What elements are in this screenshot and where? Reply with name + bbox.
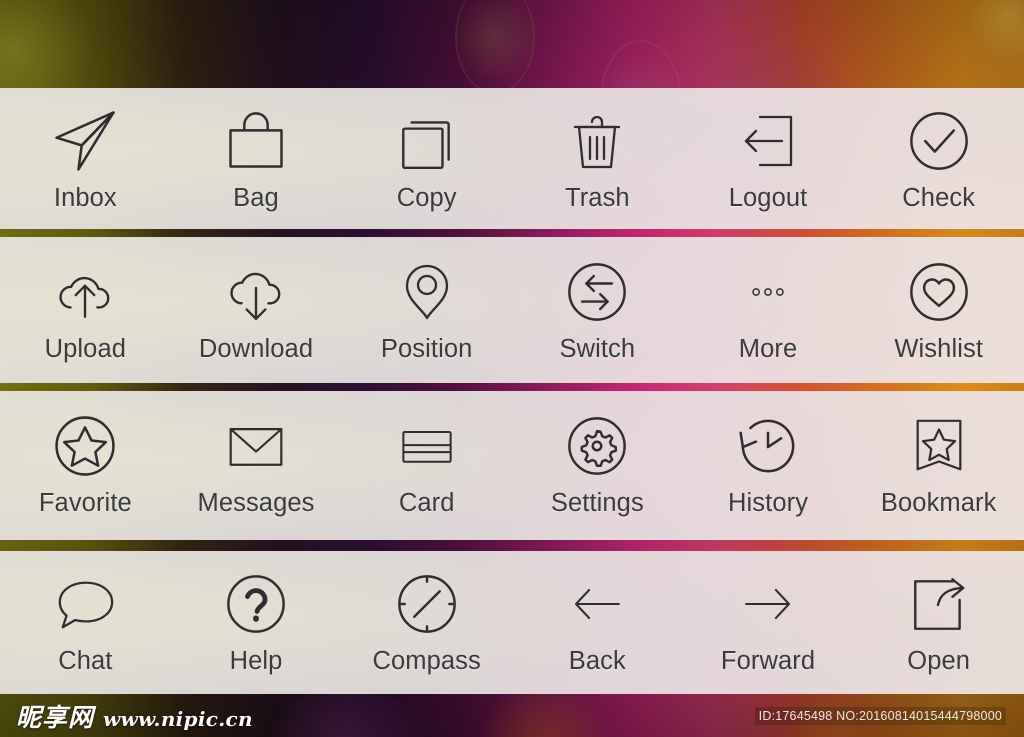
shopping-bag-icon — [222, 100, 290, 182]
icon-panel-row-1: Inbox Bag Copy Trash Logout Check — [0, 88, 1024, 229]
bokeh-circle — [965, 0, 1024, 58]
watermark-bar: 昵享网 www.nipic.cn ID:17645498 NO:20160814… — [0, 694, 1024, 737]
icon-button-download[interactable]: Download — [171, 237, 342, 383]
icon-button-chat[interactable]: Chat — [0, 551, 171, 694]
icon-button-back[interactable]: Back — [512, 551, 683, 694]
icon-label: Forward — [720, 647, 816, 675]
icon-panel-row-4: Chat Help Compass Back Forward Open — [0, 551, 1024, 694]
icon-label: Position — [380, 335, 473, 363]
brand-url-text: www.nipic.cn — [103, 706, 253, 731]
icon-label: History — [728, 489, 809, 517]
icon-button-trash[interactable]: Trash — [512, 88, 683, 229]
icon-label: Messages — [197, 489, 315, 517]
icon-button-copy[interactable]: Copy — [341, 88, 512, 229]
nipic-logo: 昵享网 www.nipic.cn — [16, 698, 253, 734]
icon-label: Inbox — [53, 184, 117, 212]
icon-label: Open — [907, 647, 971, 675]
arrow-right-icon — [732, 563, 804, 645]
icon-button-upload[interactable]: Upload — [0, 237, 171, 383]
icon-label: Settings — [550, 489, 644, 517]
icon-row: Inbox Bag Copy Trash Logout Check — [0, 88, 1024, 229]
icon-label: Upload — [44, 335, 127, 363]
clock-rewind-icon — [733, 405, 803, 487]
icon-button-forward[interactable]: Forward — [683, 551, 854, 694]
open-external-icon — [906, 563, 972, 645]
more-dots-icon — [732, 251, 804, 333]
icon-row: Upload Download Position Switch More Wishlist — [0, 237, 1024, 383]
switch-arrows-circle-icon — [563, 251, 631, 333]
check-circle-icon — [905, 100, 973, 182]
brand-cn-text: 昵享网 — [16, 702, 95, 732]
icon-button-check[interactable]: Check — [853, 88, 1024, 229]
icon-label: Favorite — [38, 489, 132, 517]
image-id-text: ID:17645498 NO:20160814015444798000 — [754, 706, 1006, 725]
paper-plane-icon — [50, 100, 120, 182]
icon-label: Compass — [372, 647, 481, 675]
icon-button-history[interactable]: History — [683, 391, 854, 540]
icon-button-card[interactable]: Card — [341, 391, 512, 540]
icon-label: Back — [568, 647, 626, 675]
cloud-download-icon — [221, 251, 291, 333]
envelope-icon — [218, 405, 294, 487]
arrow-left-icon — [561, 563, 633, 645]
icon-button-inbox[interactable]: Inbox — [0, 88, 171, 229]
credit-card-icon — [389, 405, 465, 487]
icon-label: Trash — [564, 184, 630, 212]
logout-arrow-icon — [736, 100, 800, 182]
copy-pages-icon — [394, 100, 460, 182]
cloud-upload-icon — [50, 251, 120, 333]
icon-button-bag[interactable]: Bag — [171, 88, 342, 229]
icon-button-favorite[interactable]: Favorite — [0, 391, 171, 540]
icon-panel-row-2: Upload Download Position Switch More Wishlist — [0, 237, 1024, 383]
icon-label: Copy — [396, 184, 457, 212]
question-circle-icon — [222, 563, 290, 645]
icon-row: Favorite Messages Card Settings History Bookm… — [0, 391, 1024, 540]
speech-bubble-icon — [47, 563, 123, 645]
heart-circle-icon — [905, 251, 973, 333]
icon-label: Bag — [233, 184, 279, 212]
map-pin-icon — [395, 251, 459, 333]
gear-circle-icon — [563, 405, 631, 487]
bokeh-circle — [455, 0, 535, 94]
icon-label: Bookmark — [880, 489, 997, 517]
icon-button-logout[interactable]: Logout — [683, 88, 854, 229]
icon-button-bookmark[interactable]: Bookmark — [853, 391, 1024, 540]
icon-label: More — [738, 335, 798, 363]
screenshot-stage: Inbox Bag Copy Trash Logout Check Upload Downlo… — [0, 0, 1024, 737]
icon-button-open[interactable]: Open — [853, 551, 1024, 694]
icon-label: Wishlist — [894, 335, 984, 363]
icon-label: Logout — [728, 184, 808, 212]
icon-row: Chat Help Compass Back Forward Open — [0, 551, 1024, 694]
icon-label: Check — [902, 184, 976, 212]
icon-panel-row-3: Favorite Messages Card Settings History Bookm… — [0, 391, 1024, 540]
icon-button-more[interactable]: More — [683, 237, 854, 383]
icon-button-position[interactable]: Position — [341, 237, 512, 383]
compass-icon — [393, 563, 461, 645]
bookmark-star-icon — [908, 405, 970, 487]
icon-label: Help — [229, 647, 283, 675]
icon-button-settings[interactable]: Settings — [512, 391, 683, 540]
icon-button-help[interactable]: Help — [171, 551, 342, 694]
star-circle-icon — [50, 405, 120, 487]
icon-button-switch[interactable]: Switch — [512, 237, 683, 383]
icon-label: Switch — [559, 335, 636, 363]
icon-button-compass[interactable]: Compass — [341, 551, 512, 694]
icon-label: Chat — [58, 647, 113, 675]
icon-label: Download — [198, 335, 314, 363]
trash-can-icon — [565, 100, 629, 182]
icon-button-wishlist[interactable]: Wishlist — [853, 237, 1024, 383]
icon-button-messages[interactable]: Messages — [171, 391, 342, 540]
icon-label: Card — [398, 489, 455, 517]
